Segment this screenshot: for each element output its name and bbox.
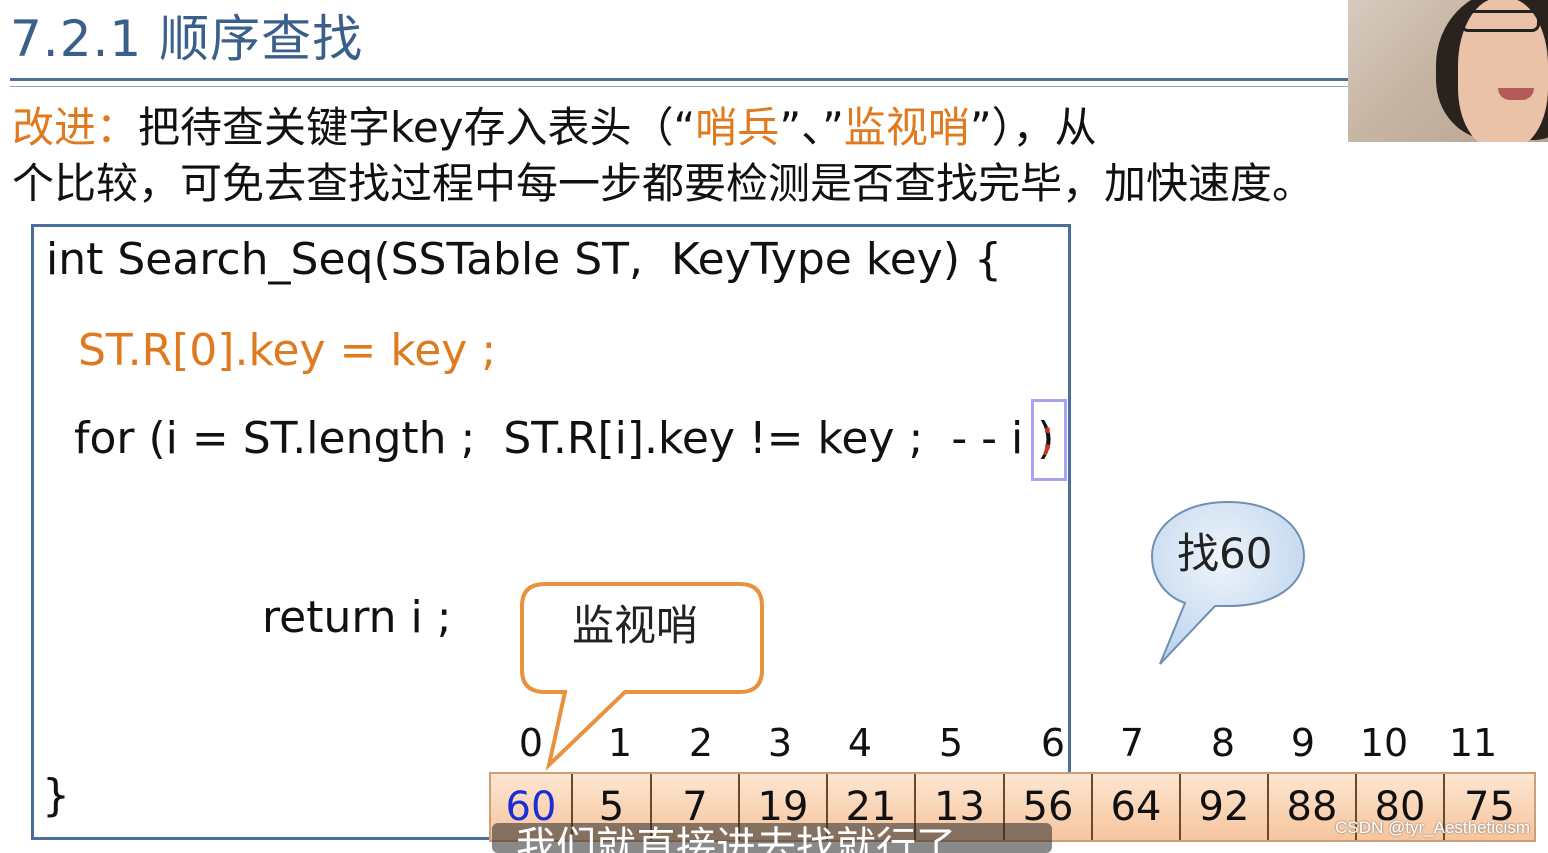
watermark: CSDN @tyr_Aestheticism xyxy=(1335,818,1530,837)
array-index: 7 xyxy=(1119,721,1145,765)
array-cell: 92 xyxy=(1181,774,1269,840)
array-index: 11 xyxy=(1448,721,1498,765)
array-index: 2 xyxy=(688,721,714,765)
presenter-glasses xyxy=(1460,10,1540,32)
search-callout-label: 找60 xyxy=(1177,529,1273,578)
array-index: 9 xyxy=(1290,721,1316,765)
array-index: 0 xyxy=(518,721,544,765)
webcam-overlay xyxy=(1348,0,1548,142)
array-cell: 64 xyxy=(1093,774,1181,840)
array-index: 3 xyxy=(767,721,793,765)
array-index: 4 xyxy=(847,721,873,765)
array-index: 1 xyxy=(607,721,633,765)
sentinel-callout-label: 监视哨 xyxy=(572,601,699,650)
array-index: 10 xyxy=(1359,721,1409,765)
array-index: 5 xyxy=(938,721,964,765)
array-index: 6 xyxy=(1040,721,1066,765)
array-index: 8 xyxy=(1210,721,1236,765)
